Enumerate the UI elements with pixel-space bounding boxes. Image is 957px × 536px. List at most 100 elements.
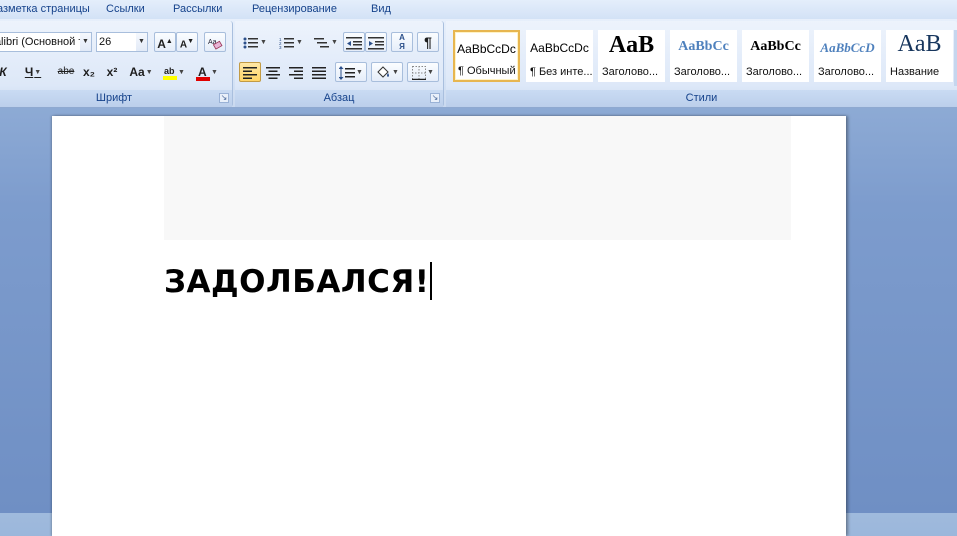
style-name: Заголово... xyxy=(602,66,659,78)
font-name-combo[interactable]: Calibri (Основной текст) ▼ xyxy=(0,32,92,52)
styles-group-label: Стили xyxy=(446,90,957,107)
change-case-label: Aa xyxy=(129,65,145,79)
style-heading-4[interactable]: AaBbCcD Заголово... xyxy=(814,30,881,82)
svg-text:3: 3 xyxy=(279,45,282,50)
tab-view[interactable]: Вид xyxy=(371,1,391,17)
font-group: Calibri (Основной текст) ▼ 26 ▼ A▲ A▼ Aa… xyxy=(0,21,233,107)
chevron-down-icon[interactable]: ▼ xyxy=(34,69,41,76)
text-cursor xyxy=(430,262,433,300)
sort-icon: А Я xyxy=(399,33,405,51)
style-sample: AaBbCcDc xyxy=(457,42,516,56)
style-heading-1[interactable]: AaB Заголово... xyxy=(598,30,665,82)
chevron-down-icon[interactable]: ▼ xyxy=(392,69,399,76)
bullets-button[interactable]: ▼ xyxy=(239,32,271,52)
font-name-value: Calibri (Основной текст) xyxy=(0,36,91,48)
align-center-button[interactable] xyxy=(262,62,284,82)
borders-icon xyxy=(412,65,427,80)
chevron-down-icon[interactable]: ▼ xyxy=(136,33,147,51)
style-name: Название xyxy=(890,66,940,78)
style-sample: AaBbCcDc xyxy=(530,41,589,55)
shrink-font-button[interactable]: A▼ xyxy=(176,32,198,52)
indent-icon xyxy=(368,36,384,50)
font-color-button[interactable]: A ▼ xyxy=(192,62,222,82)
tab-page-layout[interactable]: Разметка страницы xyxy=(0,1,90,17)
align-right-button[interactable] xyxy=(285,62,307,82)
underline-button[interactable]: Ч▼ xyxy=(18,62,48,82)
numbering-button[interactable]: 1 2 3 ▼ xyxy=(275,32,307,52)
chevron-down-icon[interactable]: ▼ xyxy=(296,39,303,46)
justify-button[interactable] xyxy=(308,62,330,82)
chevron-down-icon[interactable]: ▼ xyxy=(331,39,338,46)
sort-button[interactable]: А Я xyxy=(391,32,413,52)
highlighter-icon: ab xyxy=(163,66,178,80)
style-sample: AaB xyxy=(608,32,655,58)
italic-button[interactable]: К xyxy=(0,62,12,82)
numbered-list-icon: 1 2 3 xyxy=(279,37,295,50)
change-case-button[interactable]: Aa▼ xyxy=(126,62,156,82)
highlight-button[interactable]: ab ▼ xyxy=(161,62,187,82)
style-name: Заголово... xyxy=(746,66,803,78)
paragraph-dialog-launcher[interactable]: ↘ xyxy=(430,93,440,103)
shading-button[interactable]: ▼ xyxy=(371,62,403,82)
borders-button[interactable]: ▼ xyxy=(407,62,439,82)
style-heading-3[interactable]: AaBbCc Заголово... xyxy=(742,30,809,82)
underline-label: Ч xyxy=(24,65,34,79)
style-sample: AaBbCcD xyxy=(820,40,875,55)
chevron-down-icon[interactable]: ▼ xyxy=(427,69,434,76)
style-heading-2[interactable]: AaBbCc Заголово... xyxy=(670,30,737,82)
superscript-button[interactable]: x² xyxy=(102,62,122,82)
chevron-down-icon[interactable]: ▼ xyxy=(80,33,91,51)
grow-font-icon: A xyxy=(157,37,166,51)
align-left-button[interactable] xyxy=(239,62,261,82)
eraser-icon: Aa xyxy=(208,39,223,50)
clear-formatting-button[interactable]: Aa xyxy=(204,32,226,52)
chevron-down-icon[interactable]: ▼ xyxy=(260,39,267,46)
page-header-zone xyxy=(164,116,791,240)
grow-font-button[interactable]: A▲ xyxy=(154,32,176,52)
justify-icon xyxy=(312,66,326,79)
multilevel-list-button[interactable]: ▼ xyxy=(311,32,341,52)
font-group-label: Шрифт xyxy=(0,90,232,107)
font-size-combo[interactable]: 26 ▼ xyxy=(96,32,148,52)
strikethrough-button[interactable]: abe xyxy=(54,62,78,82)
line-spacing-button[interactable]: ▼ xyxy=(335,62,367,82)
increase-indent-button[interactable] xyxy=(365,32,387,52)
decrease-indent-button[interactable] xyxy=(343,32,365,52)
tab-references[interactable]: Ссылки xyxy=(106,1,145,17)
ribbon: Calibri (Основной текст) ▼ 26 ▼ A▲ A▼ Aa… xyxy=(0,19,957,108)
show-formatting-button[interactable]: ¶ xyxy=(417,32,439,52)
chevron-down-icon[interactable]: ▼ xyxy=(356,69,363,76)
ribbon-tabs: Разметка страницы Ссылки Рассылки Реценз… xyxy=(0,0,957,19)
style-sample: AaBbCc xyxy=(750,39,801,54)
chevron-down-icon[interactable]: ▼ xyxy=(146,69,153,76)
style-title[interactable]: AaB Название xyxy=(886,30,953,82)
style-name: ¶ Без инте... xyxy=(530,66,592,78)
align-right-icon xyxy=(289,66,303,79)
style-name: Заголово... xyxy=(674,66,731,78)
paragraph-group-label: Абзац xyxy=(235,90,443,107)
subscript-button[interactable]: x₂ xyxy=(79,62,99,82)
style-sample: AaBbCc xyxy=(678,39,729,54)
document-workspace: ЗАДОЛБАЛСЯ! xyxy=(0,108,957,536)
document-page[interactable]: ЗАДОЛБАЛСЯ! xyxy=(52,116,846,536)
align-center-icon xyxy=(266,66,280,79)
svg-text:ab: ab xyxy=(164,66,175,76)
outdent-icon xyxy=(346,36,362,50)
style-no-spacing[interactable]: AaBbCcDc ¶ Без инте... xyxy=(526,30,593,82)
tab-mailings[interactable]: Рассылки xyxy=(173,1,222,17)
paragraph-group: ▼ 1 2 3 ▼ ▼ А Я ¶ ▼ ▼ ▼ Абзац ↘ xyxy=(235,21,444,107)
line-spacing-icon xyxy=(339,65,356,80)
tab-review[interactable]: Рецензирование xyxy=(252,1,337,17)
chevron-down-icon[interactable]: ▼ xyxy=(178,69,185,76)
font-size-value: 26 xyxy=(99,36,112,48)
font-dialog-launcher[interactable]: ↘ xyxy=(219,93,229,103)
styles-group: AaBbCcDc ¶ Обычный AaBbCcDc ¶ Без инте..… xyxy=(446,21,957,107)
chevron-down-icon[interactable]: ▼ xyxy=(211,69,218,76)
paint-bucket-icon xyxy=(377,66,390,78)
style-name: Заголово... xyxy=(818,66,875,78)
svg-text:A: A xyxy=(198,65,207,79)
multilevel-list-icon xyxy=(314,37,330,48)
document-text-line[interactable]: ЗАДОЛБАЛСЯ! xyxy=(164,262,433,300)
style-normal[interactable]: AaBbCcDc ¶ Обычный xyxy=(453,30,520,82)
document-text: ЗАДОЛБАЛСЯ! xyxy=(164,264,430,300)
